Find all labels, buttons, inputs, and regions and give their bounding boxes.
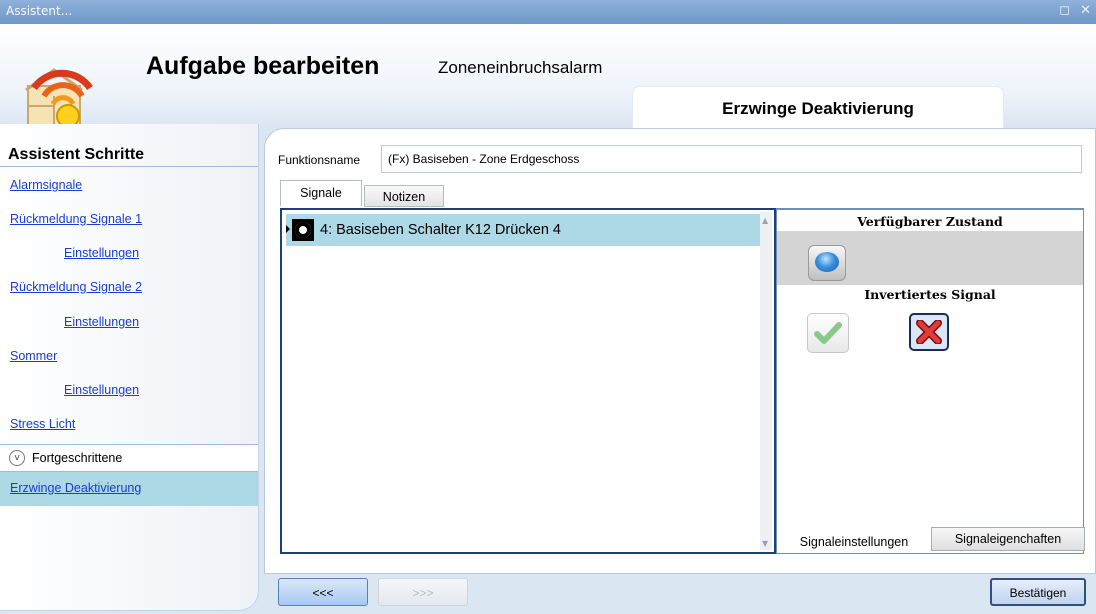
- sidebar-item-einstellungen-3[interactable]: Einstellungen: [64, 383, 139, 397]
- sidebar-item-selected[interactable]: Erzwinge Deaktivierung: [0, 472, 258, 506]
- available-state-heading: Verfügbarer Zustand: [777, 209, 1083, 231]
- sidebar-title: Assistent Schritte: [8, 146, 145, 163]
- advanced-section-toggle[interactable]: v Fortgeschrittene: [0, 444, 258, 472]
- window-title: Assistent...: [6, 4, 73, 18]
- function-name-label: Funktionsname: [278, 153, 361, 167]
- red-x-icon: [916, 320, 942, 344]
- chevron-down-icon: v: [9, 450, 25, 466]
- sidebar-item-einstellungen-2[interactable]: Einstellungen: [64, 315, 139, 329]
- confirm-button[interactable]: Bestätigen: [990, 578, 1086, 606]
- tab-signale[interactable]: Signale: [280, 180, 362, 206]
- window-titlebar: Assistent... ◻ ✕: [0, 0, 1096, 24]
- signal-label: 4: Basiseben Schalter K12 Drücken 4: [320, 222, 561, 238]
- checkmark-button[interactable]: [807, 313, 849, 353]
- page-title: Aufgabe bearbeiten: [146, 52, 380, 80]
- list-scrollbar[interactable]: ▲ ▼: [760, 212, 772, 550]
- sidebar-item-alarmsignale[interactable]: Alarmsignale: [10, 178, 82, 192]
- list-item[interactable]: 4: Basiseben Schalter K12 Drücken 4: [286, 214, 760, 246]
- tab-signaleigenschaften[interactable]: Signaleigenchaften: [931, 527, 1085, 551]
- scroll-down-icon[interactable]: ▼: [762, 539, 768, 548]
- sidebar-item-einstellungen-1[interactable]: Einstellungen: [64, 246, 139, 260]
- blue-push-button-icon[interactable]: [808, 245, 846, 281]
- header-step-label: Erzwinge Deaktivierung: [722, 99, 914, 118]
- sidebar: Assistent Schritte Alarmsignale Rückmeld…: [0, 124, 259, 611]
- forward-button[interactable]: >>>: [378, 578, 468, 606]
- button-signal-icon: [292, 219, 314, 241]
- function-name-input[interactable]: (Fx) Basiseben - Zone Erdgeschoss: [381, 145, 1082, 173]
- sidebar-item-stress-licht[interactable]: Stress Licht: [10, 417, 75, 431]
- signal-list[interactable]: 4: Basiseben Schalter K12 Drücken 4 ▲ ▼: [280, 208, 776, 554]
- scroll-up-icon[interactable]: ▲: [762, 216, 768, 225]
- sidebar-item-rueckmeldung-1[interactable]: Rückmeldung Signale 1: [10, 212, 142, 226]
- sidebar-item-rueckmeldung-2[interactable]: Rückmeldung Signale 2: [10, 280, 142, 294]
- sidebar-item-erzwinge-deaktivierung[interactable]: Erzwinge Deaktivierung: [10, 481, 141, 495]
- row-pointer-icon: [286, 225, 290, 233]
- divider: [0, 166, 258, 167]
- sidebar-item-sommer[interactable]: Sommer: [10, 349, 57, 363]
- tab-notizen[interactable]: Notizen: [364, 185, 444, 207]
- checkmark-icon: [814, 322, 842, 344]
- signal-settings-panel: Verfügbarer Zustand Invertiertes Signal …: [776, 208, 1085, 554]
- advanced-label: Fortgeschrittene: [32, 451, 123, 465]
- available-state-area: [777, 231, 1083, 285]
- header-step-tab: Erzwinge Deaktivierung: [632, 86, 1004, 129]
- window-controls[interactable]: ◻ ✕: [1059, 3, 1094, 18]
- inverted-signal-heading: Invertiertes Signal: [864, 287, 996, 302]
- tab-signaleinstellungen[interactable]: Signaleinstellungen: [777, 531, 931, 553]
- page-subtitle: Zoneneinbruchsalarm: [438, 58, 603, 77]
- back-button[interactable]: <<<: [278, 578, 368, 606]
- cross-button[interactable]: [909, 313, 949, 351]
